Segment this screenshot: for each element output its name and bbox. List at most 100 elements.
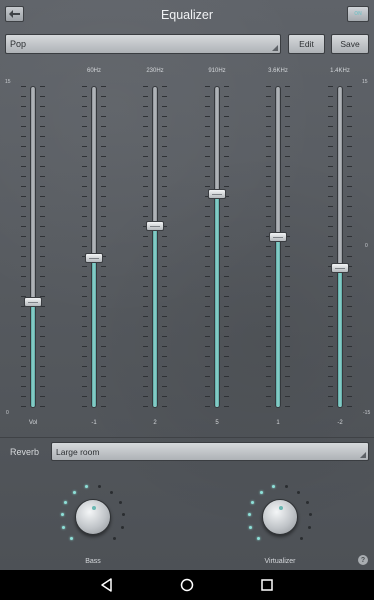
slider-ticks bbox=[21, 86, 26, 408]
preset-select[interactable]: Pop bbox=[5, 34, 281, 54]
slider-ticks bbox=[82, 86, 87, 408]
power-toggle[interactable]: ON bbox=[347, 6, 369, 22]
slider-ticks bbox=[101, 86, 106, 408]
virtualizer-knob-control[interactable] bbox=[240, 477, 320, 557]
slider-fill bbox=[92, 258, 96, 407]
slider-ticks bbox=[347, 86, 352, 408]
knob-level-dot bbox=[251, 500, 255, 504]
edit-button[interactable]: Edit bbox=[288, 34, 325, 54]
dropdown-corner-icon bbox=[272, 45, 278, 51]
knob-level-dot bbox=[271, 485, 275, 489]
band-value-label: Vol bbox=[28, 420, 38, 426]
slider-band-230hz[interactable] bbox=[143, 86, 167, 408]
bass-label: Bass bbox=[85, 558, 101, 565]
bass-knob-control[interactable] bbox=[53, 477, 133, 557]
band-value-label: 5 bbox=[215, 420, 219, 426]
scale-left-bottom: 0 bbox=[6, 410, 9, 416]
slider-fill bbox=[153, 226, 157, 407]
knob-level-dot bbox=[285, 485, 289, 489]
knob-level-dot bbox=[307, 526, 311, 530]
knob-level-dot bbox=[309, 513, 313, 517]
scale-right-mid: 0 bbox=[365, 243, 368, 249]
virtualizer-knob[interactable] bbox=[262, 499, 298, 535]
scale-right-top: 15 bbox=[362, 79, 368, 85]
slider-ticks bbox=[224, 86, 229, 408]
scale-right-bottom: -15 bbox=[363, 410, 371, 416]
nav-back-icon[interactable] bbox=[99, 577, 115, 593]
slider-ticks bbox=[162, 86, 167, 408]
knob-level-dot bbox=[110, 490, 114, 494]
knob-level-dot bbox=[62, 526, 66, 530]
band-value-label: -2 bbox=[337, 420, 343, 426]
knob-indicator bbox=[279, 506, 283, 510]
slider-band-1-4khz[interactable] bbox=[328, 86, 352, 408]
knob-level-dot bbox=[72, 490, 76, 494]
knob-level-dot bbox=[297, 490, 301, 494]
slider-thumb[interactable] bbox=[24, 296, 42, 307]
knob-level-dot bbox=[98, 485, 102, 489]
slider-ticks bbox=[143, 86, 148, 408]
dropdown-corner-icon bbox=[360, 452, 366, 458]
slider-ticks bbox=[285, 86, 290, 408]
slider-fill bbox=[338, 267, 342, 407]
equalizer-app: Equalizer ON Pop Edit Save 15 0 15 0 -15… bbox=[0, 0, 374, 570]
band-value-label: 1 bbox=[276, 420, 280, 426]
slider-band-60hz[interactable] bbox=[82, 86, 106, 408]
knob-level-dot bbox=[122, 513, 126, 517]
knob-level-dot bbox=[305, 500, 309, 504]
knob-level-dot bbox=[249, 526, 253, 530]
save-button[interactable]: Save bbox=[331, 34, 369, 54]
slider-thumb[interactable] bbox=[331, 262, 349, 273]
knob-level-dot bbox=[300, 537, 304, 541]
nav-home-icon[interactable] bbox=[179, 577, 195, 593]
slider-thumb[interactable] bbox=[269, 232, 287, 243]
knob-level-dot bbox=[259, 490, 263, 494]
slider-fill bbox=[215, 194, 219, 407]
slider-track bbox=[30, 86, 36, 408]
slider-track bbox=[214, 86, 220, 408]
knob-level-dot bbox=[60, 513, 64, 517]
band-freq-label: 230Hz bbox=[146, 68, 164, 74]
bass-knob[interactable] bbox=[75, 499, 111, 535]
slider-track bbox=[91, 86, 97, 408]
reverb-select[interactable]: Large room bbox=[51, 442, 369, 461]
knob-level-dot bbox=[256, 537, 260, 541]
knob-level-dot bbox=[113, 537, 117, 541]
band-freq-label: 910Hz bbox=[208, 68, 226, 74]
knob-indicator bbox=[92, 506, 96, 510]
preset-value: Pop bbox=[10, 39, 27, 49]
band-freq-label: 3.6KHz bbox=[268, 68, 288, 74]
top-bar: Equalizer ON bbox=[0, 0, 374, 30]
slider-fill bbox=[31, 301, 35, 407]
slider-ticks bbox=[40, 86, 45, 408]
scale-left-top: 15 bbox=[5, 79, 11, 85]
slider-band-3-6khz[interactable] bbox=[266, 86, 290, 408]
nav-recents-icon[interactable] bbox=[259, 577, 275, 593]
power-toggle-label: ON bbox=[354, 11, 362, 17]
knob-level-dot bbox=[84, 485, 88, 489]
slider-track bbox=[152, 86, 158, 408]
slider-track bbox=[337, 86, 343, 408]
slider-ticks bbox=[328, 86, 333, 408]
virtualizer-label: Virtualizer bbox=[264, 558, 296, 565]
slider-band-910hz[interactable] bbox=[205, 86, 229, 408]
slider-fill bbox=[276, 237, 280, 407]
help-icon[interactable]: ? bbox=[358, 555, 368, 565]
band-value-label: 2 bbox=[153, 420, 157, 426]
slider-ticks bbox=[266, 86, 271, 408]
band-freq-label: 60Hz bbox=[86, 68, 102, 74]
slider-volume[interactable] bbox=[21, 86, 45, 408]
knob-level-dot bbox=[247, 513, 251, 517]
slider-thumb[interactable] bbox=[208, 188, 226, 199]
knob-level-dot bbox=[120, 526, 124, 530]
reverb-value: Large room bbox=[56, 447, 100, 457]
knob-level-dot bbox=[69, 537, 73, 541]
divider bbox=[0, 437, 374, 438]
knob-level-dot bbox=[118, 500, 122, 504]
slider-thumb[interactable] bbox=[146, 221, 164, 232]
slider-track bbox=[275, 86, 281, 408]
knob-level-dot bbox=[64, 500, 68, 504]
band-freq-label: 1.4KHz bbox=[330, 68, 350, 74]
band-value-label: -1 bbox=[91, 420, 97, 426]
slider-thumb[interactable] bbox=[85, 253, 103, 264]
